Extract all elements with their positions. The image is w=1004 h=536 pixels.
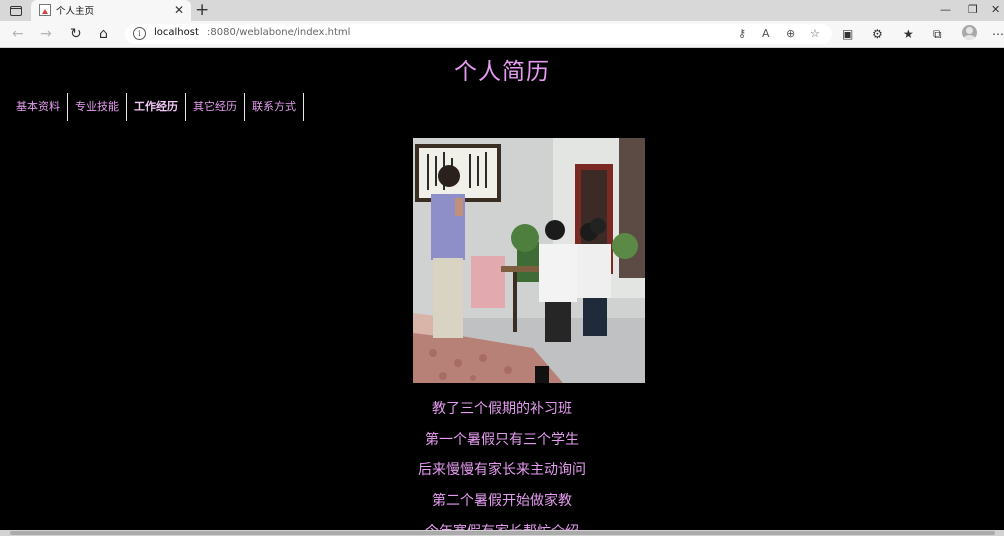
restore-icon[interactable]: ❐ — [968, 1, 978, 19]
favorite-add-icon[interactable]: ☆ — [810, 26, 820, 42]
tab-title: 个人主页 — [56, 6, 95, 17]
extension-icon[interactable]: ▣ — [842, 25, 853, 43]
tab-actions-icon[interactable] — [6, 3, 26, 18]
url-path: :8080/weblabone/index.html — [207, 27, 351, 38]
scrollbar-thumb[interactable] — [10, 531, 995, 535]
close-tab-icon[interactable]: ✕ — [174, 2, 184, 18]
url-host: localhost — [154, 27, 199, 38]
address-bar: ← → ↻ ⌂ i localhost :8080/weblabone/inde… — [0, 21, 1004, 48]
horizontal-scrollbar[interactable] — [0, 530, 1004, 536]
more-menu-icon[interactable]: ⋯ — [992, 25, 1004, 43]
experience-line: 教了三个假期的补习班 — [432, 401, 572, 417]
puzzle-icon[interactable]: ⚙ — [872, 25, 883, 43]
zoom-icon[interactable]: ⊕ — [786, 26, 795, 42]
page-title: 个人简历 — [454, 59, 550, 85]
back-icon[interactable]: ← — [12, 24, 24, 44]
experience-line: 后来慢慢有家长来主动询问 — [418, 462, 586, 479]
experience-line: 第一个暑假只有三个学生 — [425, 431, 579, 448]
section-nav: 基本资料 专业技能 工作经历 其它经历 联系方式 — [9, 93, 304, 122]
work-experience-text: 教了三个假期的补习班 第一个暑假只有三个学生 后来慢慢有家长来主动询问 第二个暑假开始… — [0, 398, 1004, 530]
profile-avatar[interactable] — [962, 25, 977, 40]
nav-item-1[interactable]: 专业技能 — [68, 93, 127, 121]
work-photo — [413, 138, 645, 383]
nav-item-4[interactable]: 联系方式 — [245, 93, 304, 121]
nav-item-0[interactable]: 基本资料 — [9, 93, 68, 121]
minimize-icon[interactable]: — — [940, 1, 951, 19]
url-field[interactable]: i localhost :8080/weblabone/index.html ⚷… — [125, 24, 832, 44]
new-tab-icon[interactable]: + — [195, 0, 209, 20]
home-icon[interactable]: ⌂ — [99, 24, 108, 44]
favorites-icon[interactable]: ★ — [903, 25, 914, 43]
read-aloud-icon[interactable]: A — [762, 26, 770, 42]
refresh-icon[interactable]: ↻ — [70, 24, 82, 44]
forward-icon[interactable]: → — [40, 24, 52, 44]
site-info-icon[interactable]: i — [133, 27, 146, 40]
key-icon[interactable]: ⚷ — [738, 26, 746, 42]
experience-line: 第二个暑假开始做家教 — [432, 493, 572, 510]
browser-tab-strip: 个人主页 ✕ + — ❐ ✕ — [0, 0, 1004, 21]
favicon-icon — [39, 4, 51, 16]
page-content: 个人简历 基本资料 专业技能 工作经历 其它经历 联系方式 教了三个假期的补习班… — [0, 48, 1004, 530]
nav-item-3[interactable]: 其它经历 — [186, 93, 245, 121]
collections-icon[interactable]: ⧉ — [933, 25, 942, 43]
browser-tab[interactable]: 个人主页 ✕ — [31, 0, 191, 21]
nav-item-2[interactable]: 工作经历 — [127, 93, 186, 121]
close-window-icon[interactable]: ✕ — [991, 1, 1000, 19]
experience-line: 今年寒假有家长帮忙介绍 — [0, 521, 1004, 530]
